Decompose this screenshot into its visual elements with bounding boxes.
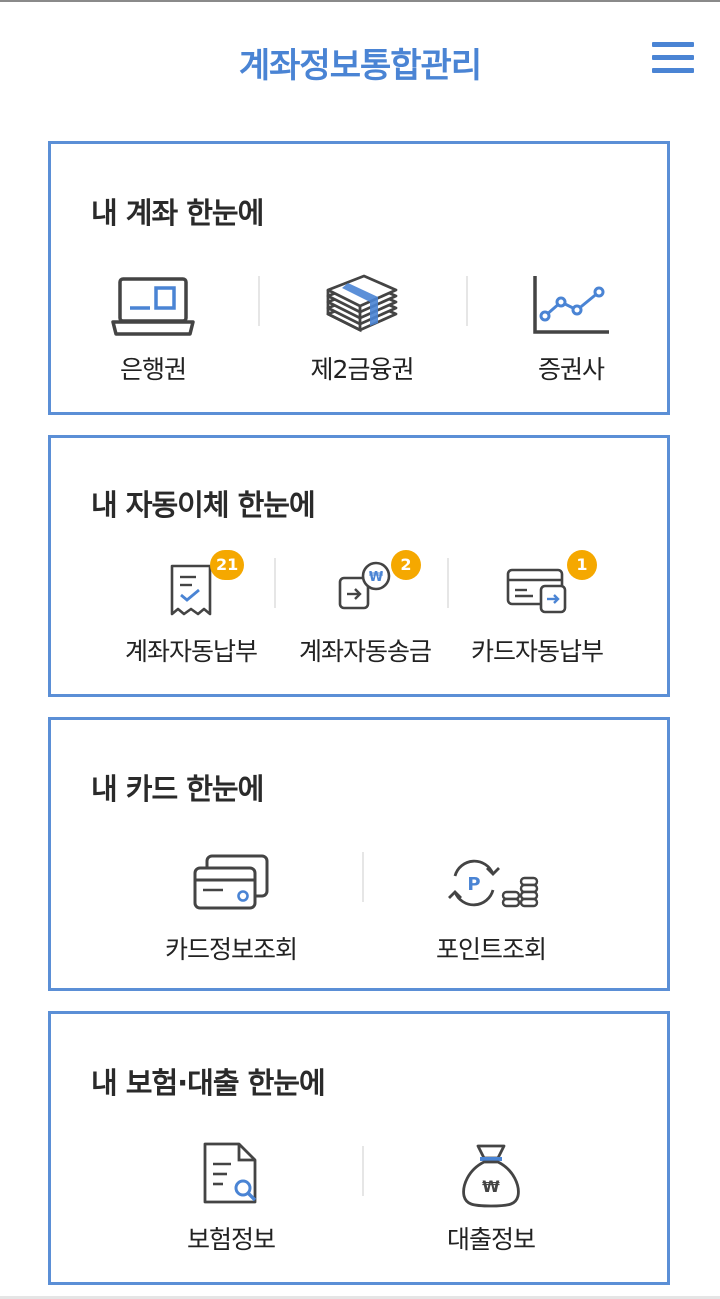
svg-text:₩: ₩ — [369, 570, 384, 585]
autotransfer-card: 내 자동이체 한눈에 21 계좌자동납부 ₩ 2 계좌자동송금 1 카드자동납부 — [48, 435, 670, 697]
svg-text:₩: ₩ — [482, 1177, 500, 1196]
divider — [447, 558, 449, 608]
card-autopay-item[interactable]: 1 카드자동납부 — [457, 550, 617, 666]
account-autosend-item[interactable]: ₩ 2 계좌자동송금 — [285, 550, 445, 666]
svg-text:P: P — [467, 874, 480, 895]
divider — [274, 558, 276, 608]
account-autopay-label: 계좌자동납부 — [124, 637, 258, 666]
insurance-loan-card-title: 내 보험·대출 한눈에 — [91, 1066, 326, 1100]
securities-label: 증권사 — [537, 355, 605, 384]
divider — [362, 1146, 364, 1196]
points-item[interactable]: P 포인트조회 — [401, 850, 581, 964]
card-autopay-count-badge: 1 — [567, 550, 597, 580]
autosend-count-badge: 2 — [391, 550, 421, 580]
line-chart-icon — [533, 276, 609, 334]
card-autopay-label: 카드자동납부 — [470, 637, 604, 666]
cards-card-title: 내 카드 한눈에 — [91, 772, 264, 806]
points-label: 포인트조회 — [435, 935, 547, 964]
card-info-label: 카드정보조회 — [164, 935, 298, 964]
insurance-loan-card: 내 보험·대출 한눈에 보험정보 ₩ 대출정보 — [48, 1011, 670, 1285]
receipt-icon — [170, 564, 212, 616]
account-autosend-label: 계좌자동송금 — [298, 637, 432, 666]
account-autopay-item[interactable]: 21 계좌자동납부 — [111, 550, 271, 666]
app-header: 계좌정보통합관리 — [0, 2, 720, 112]
divider — [466, 276, 468, 326]
card-transfer-icon — [506, 568, 567, 614]
loan-info-label: 대출정보 — [446, 1225, 536, 1254]
bank-accounts-item[interactable]: 은행권 — [91, 272, 215, 384]
menu-line — [652, 42, 694, 47]
insurance-info-item[interactable]: 보험정보 — [151, 1140, 311, 1254]
menu-line — [652, 68, 694, 73]
divider — [362, 852, 364, 902]
hamburger-menu-button[interactable] — [652, 40, 696, 76]
points-icon: P — [448, 859, 539, 908]
autotransfer-card-title: 내 자동이체 한눈에 — [91, 488, 316, 522]
autopay-count-badge: 21 — [210, 550, 245, 580]
loan-info-item[interactable]: ₩ 대출정보 — [411, 1140, 571, 1254]
money-stack-icon — [326, 274, 398, 333]
money-bag-icon: ₩ — [462, 1144, 520, 1208]
credit-cards-icon — [193, 854, 269, 910]
menu-line — [652, 55, 694, 60]
card-info-item[interactable]: 카드정보조회 — [141, 850, 321, 964]
secondary-financial-item[interactable]: 제2금융권 — [287, 272, 437, 384]
accounts-card: 내 계좌 한눈에 은행권 제2금융권 증권사 — [48, 141, 670, 415]
insurance-info-label: 보험정보 — [186, 1225, 276, 1254]
cards-card: 내 카드 한눈에 카드정보조회 P 포인트조회 — [48, 717, 670, 991]
securities-item[interactable]: 증권사 — [511, 272, 631, 384]
secondary-financial-label: 제2금융권 — [310, 355, 415, 384]
bank-accounts-label: 은행권 — [119, 355, 187, 384]
document-search-icon — [203, 1142, 257, 1204]
page-title: 계좌정보통합관리 — [238, 46, 482, 86]
accounts-card-title: 내 계좌 한눈에 — [91, 196, 264, 230]
laptop-icon — [111, 277, 195, 336]
won-transfer-icon: ₩ — [338, 561, 391, 610]
divider — [258, 276, 260, 326]
